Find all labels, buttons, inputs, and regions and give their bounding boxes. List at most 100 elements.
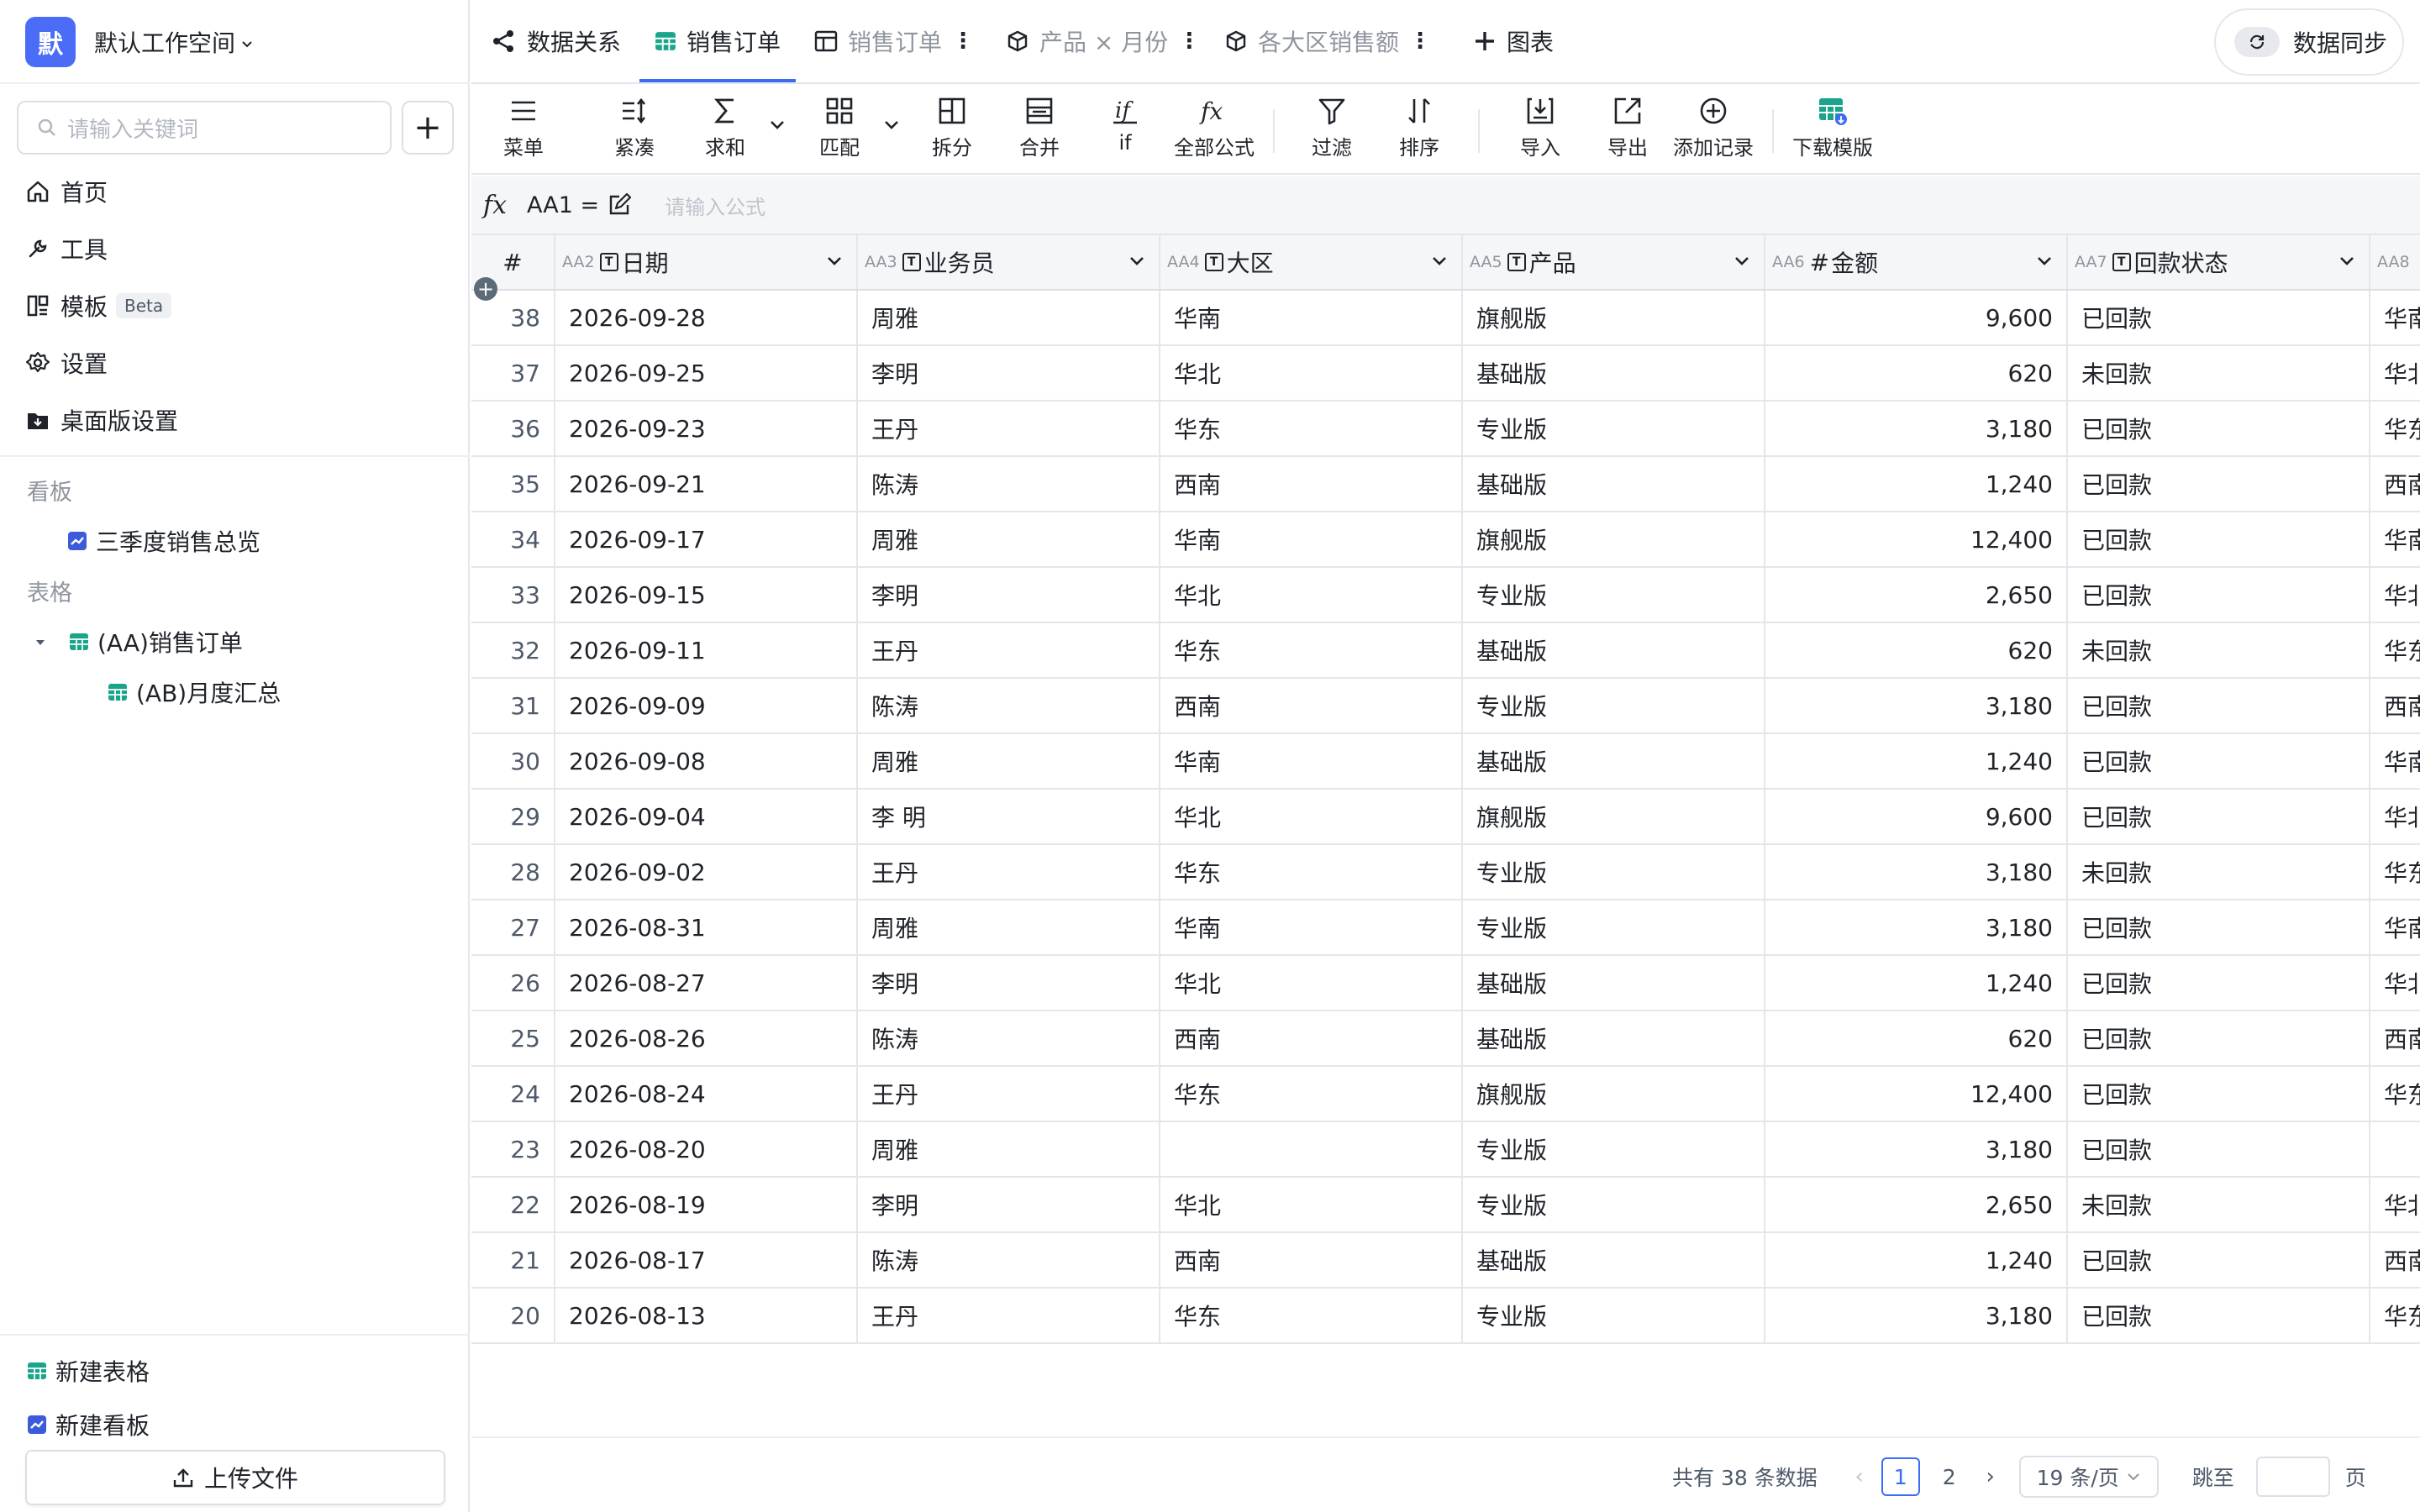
formula-input[interactable]: 请输入公式 [665,191,765,220]
table-row[interactable]: 38 2026-09-28 周雅 华南 旗舰版 9,600 已回款 华南 [471,291,2420,346]
export-button[interactable]: 导出 [1607,96,1648,160]
amount-cell[interactable]: 620 [1765,1011,2068,1065]
date-cell[interactable]: 2026-09-04 [555,790,858,843]
region-cell[interactable]: 西南 [1160,1233,1463,1287]
salesperson-cell[interactable]: 周雅 [858,291,1160,344]
date-cell[interactable]: 2026-09-23 [555,402,858,455]
region-cell[interactable]: 华北 [1160,1178,1463,1231]
table-row[interactable]: 29 2026-09-04 李 明华北 旗舰版 9,600 已回款 华北 [471,790,2420,845]
all-formulas-button[interactable]: fx 全部公式 [1174,96,1255,160]
date-cell[interactable]: 2026-09-28 [555,291,858,344]
payment-status-cell[interactable]: 已回款 [2068,1289,2370,1342]
payment-status-cell[interactable]: 已回款 [2068,291,2370,344]
salesperson-cell[interactable]: 王丹 [858,402,1160,455]
date-cell[interactable]: 2026-09-15 [555,568,858,622]
payment-status-cell[interactable]: 已回款 [2068,1122,2370,1176]
table-tree-item-aa[interactable]: (AA)销售订单 [32,623,243,660]
amount-cell[interactable]: 620 [1765,623,2068,677]
payment-status-cell[interactable]: 已回款 [2068,790,2370,843]
product-cell[interactable]: 专业版 [1463,845,1765,899]
aa8-cell[interactable]: 华南 [2370,291,2420,344]
table-row[interactable]: 22 2026-08-19 李明 华北 专业版 2,650 未回款 华北 [471,1178,2420,1233]
product-cell[interactable]: 基础版 [1463,346,1765,400]
page-2[interactable]: 2 [1930,1457,1969,1496]
product-cell[interactable]: 专业版 [1463,679,1765,732]
product-cell[interactable]: 基础版 [1463,1011,1765,1065]
aa8-cell[interactable]: 华南 [2370,734,2420,788]
aa8-cell[interactable]: 华东 [2370,1067,2420,1121]
region-cell[interactable]: 华北 [1160,956,1463,1010]
table-row[interactable]: 27 2026-08-31 周雅 华南 专业版 3,180 已回款 华南 [471,900,2420,956]
aa8-cell[interactable]: 华南 [2370,512,2420,566]
aa8-cell[interactable]: 华北 [2370,790,2420,843]
more-icon[interactable]: ⋮ [1409,29,1431,54]
amount-cell[interactable]: 9,600 [1765,291,2068,344]
salesperson-cell[interactable]: 周雅 [858,900,1160,954]
date-cell[interactable]: 2026-08-31 [555,900,858,954]
search-input[interactable]: 请输入关键词 [67,113,198,144]
table-row[interactable]: 36 2026-09-23 王丹 华东 专业版 3,180 已回款 华东 [471,402,2420,457]
tab-region-sales[interactable]: 各大区销售额 ⋮ [1224,0,1431,82]
product-cell[interactable]: 基础版 [1463,1233,1765,1287]
region-cell[interactable]: 华南 [1160,734,1463,788]
chevron-down-icon[interactable] [1127,250,1147,270]
amount-cell[interactable]: 3,180 [1765,845,2068,899]
salesperson-cell[interactable]: 陈涛 [858,1233,1160,1287]
aa8-cell[interactable]: 华北 [2370,568,2420,622]
aa8-cell[interactable]: 西南 [2370,1011,2420,1065]
filter-button[interactable]: 过滤 [1312,96,1352,160]
product-cell[interactable]: 旗舰版 [1463,291,1765,344]
date-cell[interactable]: 2026-09-17 [555,512,858,566]
aa8-cell[interactable]: 西南 [2370,457,2420,511]
more-icon[interactable]: ⋮ [1178,29,1200,54]
amount-cell[interactable]: 9,600 [1765,790,2068,843]
salesperson-cell[interactable]: 陈涛 [858,1011,1160,1065]
nav-settings[interactable]: 设置 [25,344,108,381]
amount-cell[interactable]: 3,180 [1765,402,2068,455]
region-cell[interactable]: 西南 [1160,1011,1463,1065]
sidebar-search[interactable]: 请输入关键词 [17,101,392,155]
product-cell[interactable]: 专业版 [1463,1178,1765,1231]
date-cell[interactable]: 2026-09-25 [555,346,858,400]
page-1[interactable]: 1 [1881,1457,1920,1496]
column-header-product[interactable]: AA5 T 产品 [1463,235,1765,289]
payment-status-cell[interactable]: 未回款 [2068,845,2370,899]
payment-status-cell[interactable]: 已回款 [2068,1233,2370,1287]
new-table-button[interactable]: 新建表格 [27,1352,150,1389]
product-cell[interactable]: 旗舰版 [1463,1067,1765,1121]
column-header-region[interactable]: AA4 T 大区 [1160,235,1463,289]
table-row[interactable]: 37 2026-09-25 李明 华北 基础版 620 未回款 华北 [471,346,2420,402]
payment-status-cell[interactable]: 已回款 [2068,679,2370,732]
product-cell[interactable]: 专业版 [1463,1289,1765,1342]
region-cell[interactable]: 华南 [1160,291,1463,344]
aa8-cell[interactable]: 华南 [2370,900,2420,954]
insert-row-icon[interactable]: + [474,277,497,301]
nav-templates[interactable]: 模板 Beta [25,287,172,324]
product-cell[interactable]: 旗舰版 [1463,790,1765,843]
product-cell[interactable]: 专业版 [1463,900,1765,954]
product-cell[interactable]: 旗舰版 [1463,512,1765,566]
table-row[interactable]: 31 2026-09-09 陈涛 西南 专业版 3,180 已回款 西南 [471,679,2420,734]
payment-status-cell[interactable]: 已回款 [2068,512,2370,566]
more-icon[interactable]: ⋮ [952,29,974,54]
table-row[interactable]: 24 2026-08-24 王丹 华东 旗舰版 12,400 已回款 华东 [471,1067,2420,1122]
tab-product-by-month[interactable]: 产品 × 月份 ⋮ [1006,0,1200,82]
aa8-cell[interactable]: 华东 [2370,1289,2420,1342]
table-row[interactable]: 33 2026-09-15 李明 华北 专业版 2,650 已回款 华北 [471,568,2420,623]
table-row[interactable]: 28 2026-09-02 王丹 华东 专业版 3,180 未回款 华东 [471,845,2420,900]
region-cell[interactable]: 华东 [1160,1067,1463,1121]
salesperson-cell[interactable]: 李明 [858,568,1160,622]
chevron-down-icon[interactable] [1732,250,1752,270]
date-cell[interactable]: 2026-09-11 [555,623,858,677]
tab-sales-orders-active[interactable]: 销售订单 [655,0,781,82]
table-tree-item-ab[interactable]: (AB)月度汇总 [108,674,281,711]
next-page-icon[interactable]: › [1974,1464,2007,1489]
salesperson-cell[interactable]: 李 明 [858,790,1160,843]
date-cell[interactable]: 2026-08-24 [555,1067,858,1121]
date-cell[interactable]: 2026-08-26 [555,1011,858,1065]
region-cell[interactable]: 华北 [1160,790,1463,843]
aa8-cell[interactable]: 西南 [2370,1233,2420,1287]
aa8-cell[interactable]: 华北 [2370,956,2420,1010]
tab-sales-orders-view[interactable]: 销售订单 ⋮ [814,0,974,82]
region-cell[interactable]: 华东 [1160,1289,1463,1342]
